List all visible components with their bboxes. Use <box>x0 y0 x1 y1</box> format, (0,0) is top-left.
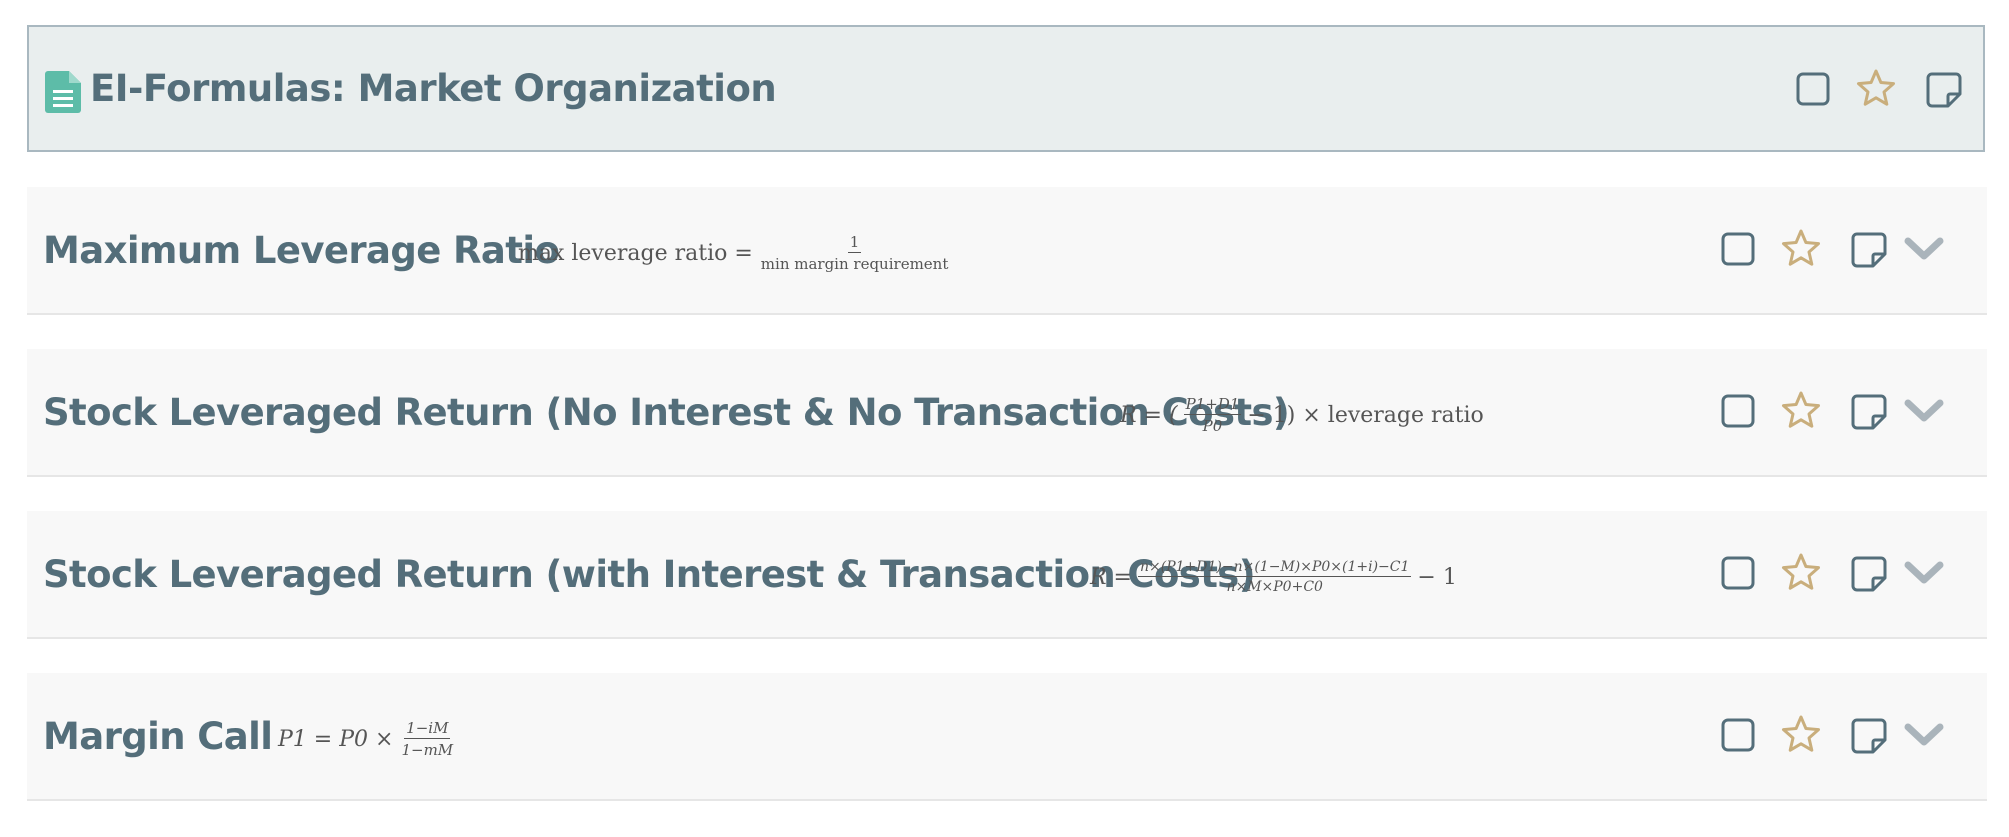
document-icon <box>45 71 81 113</box>
formula-expression: P1 = P0 × 1−iM 1−mM <box>278 709 461 769</box>
formula-title: Stock Leveraged Return (No Interest & No… <box>43 391 1290 434</box>
formula-expression: R = n×(P1+D1)−n×(1−M)×P0×(1+i)−C1 n×M×P0… <box>1090 547 1457 607</box>
formula-row-leveraged-return-with-costs[interactable]: Stock Leveraged Return (with Interest & … <box>27 511 1987 639</box>
formula-title: Stock Leveraged Return (with Interest & … <box>43 553 1256 596</box>
formula-expression: R = ( P1+D1 P0 − 1) × leverage ratio <box>1120 385 1484 445</box>
chevron-down-icon[interactable] <box>1904 236 1944 262</box>
fraction-denominator: P0 <box>1202 417 1223 435</box>
fraction-numerator: P1+D1 <box>1183 395 1242 415</box>
note-icon[interactable] <box>1851 232 1887 268</box>
star-icon[interactable] <box>1781 391 1821 429</box>
fraction-numerator: 1 <box>847 233 862 253</box>
fraction-denominator: min margin requirement <box>760 255 949 273</box>
formula-fraction: 1 min margin requirement <box>759 233 951 273</box>
fraction-denominator: n×M×P0+C0 <box>1226 579 1323 595</box>
page-header: EI-Formulas: Market Organization <box>27 25 1985 152</box>
formula-expression: max leverage ratio = 1 min margin requir… <box>518 223 956 283</box>
note-icon[interactable] <box>1851 556 1887 592</box>
star-icon[interactable] <box>1781 553 1821 591</box>
formula-lhs: R = ( <box>1120 402 1178 428</box>
checkbox-icon[interactable] <box>1721 232 1755 266</box>
note-icon[interactable] <box>1851 718 1887 754</box>
formula-rhs: − 1 <box>1417 564 1457 590</box>
chevron-down-icon[interactable] <box>1904 560 1944 586</box>
checkbox-icon[interactable] <box>1721 394 1755 428</box>
formula-row-max-leverage[interactable]: Maximum Leverage Ratio max leverage rati… <box>27 187 1987 315</box>
formula-row-margin-call[interactable]: Margin Call P1 = P0 × 1−iM 1−mM <box>27 673 1987 801</box>
formula-rhs: − 1) × leverage ratio <box>1247 402 1484 428</box>
formula-row-leveraged-return-no-costs[interactable]: Stock Leveraged Return (No Interest & No… <box>27 349 1987 477</box>
page-title: EI-Formulas: Market Organization <box>90 67 777 110</box>
chevron-down-icon[interactable] <box>1904 722 1944 748</box>
star-icon[interactable] <box>1781 229 1821 267</box>
star-icon[interactable] <box>1781 715 1821 753</box>
note-icon[interactable] <box>1851 394 1887 430</box>
formula-title: Margin Call <box>43 715 273 758</box>
star-icon[interactable] <box>1856 69 1896 107</box>
formula-title: Maximum Leverage Ratio <box>43 229 560 272</box>
fraction-numerator: 1−iM <box>404 719 451 739</box>
note-icon[interactable] <box>1926 72 1962 108</box>
formula-fraction: P1+D1 P0 <box>1183 395 1242 435</box>
fraction-numerator: n×(P1+D1)−n×(1−M)×P0×(1+i)−C1 <box>1138 559 1412 577</box>
checkbox-icon[interactable] <box>1796 72 1830 106</box>
checkbox-icon[interactable] <box>1721 718 1755 752</box>
checkbox-icon[interactable] <box>1721 556 1755 590</box>
formula-lhs: R = <box>1090 564 1132 590</box>
formula-lhs: P1 = P0 × <box>278 726 394 752</box>
formula-lhs: max leverage ratio = <box>518 240 753 266</box>
chevron-down-icon[interactable] <box>1904 398 1944 424</box>
formula-fraction: 1−iM 1−mM <box>399 719 455 759</box>
formula-fraction: n×(P1+D1)−n×(1−M)×P0×(1+i)−C1 n×M×P0+C0 <box>1138 559 1412 595</box>
fraction-denominator: 1−mM <box>401 741 454 759</box>
